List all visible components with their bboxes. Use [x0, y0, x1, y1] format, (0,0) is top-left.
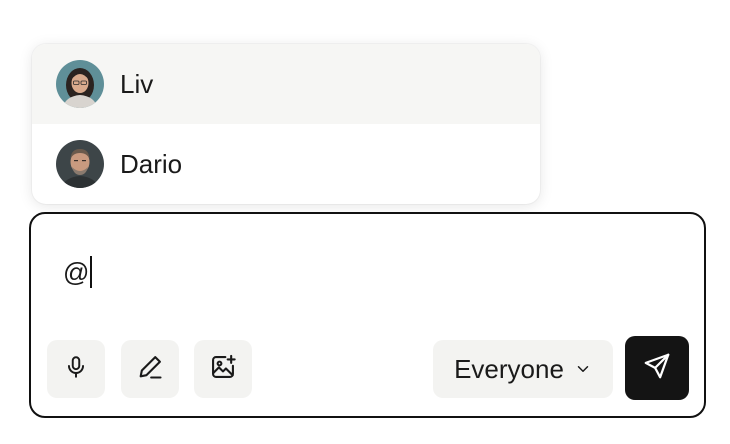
- mention-suggestions: Liv Dario: [32, 44, 540, 204]
- send-icon: [642, 351, 672, 386]
- image-add-icon: [209, 353, 237, 386]
- draw-button[interactable]: [121, 340, 179, 398]
- avatar-dario-image: [56, 140, 104, 188]
- mention-name: Liv: [120, 68, 154, 99]
- avatar: [56, 60, 104, 108]
- microphone-icon: [63, 354, 89, 385]
- message-input[interactable]: @: [63, 252, 93, 292]
- mention-name: Dario: [120, 148, 183, 179]
- add-image-button[interactable]: [194, 340, 252, 398]
- avatar: [56, 140, 104, 188]
- voice-button[interactable]: [47, 340, 105, 398]
- audience-selected-value: Everyone: [454, 353, 564, 384]
- send-button[interactable]: [625, 336, 689, 400]
- text-caret: [90, 256, 93, 288]
- audience-select[interactable]: Everyone: [433, 340, 613, 398]
- chat-composer-screen: Liv Dario @ Everyone: [0, 0, 730, 444]
- message-composer: @ Everyone: [29, 212, 706, 418]
- chevron-down-icon: [574, 360, 592, 378]
- pencil-icon: [136, 353, 164, 386]
- mention-item-dario[interactable]: Dario: [32, 124, 540, 204]
- mention-item-liv[interactable]: Liv: [32, 44, 540, 124]
- message-input-value: @: [63, 257, 90, 287]
- avatar-liv-image: [56, 60, 104, 108]
